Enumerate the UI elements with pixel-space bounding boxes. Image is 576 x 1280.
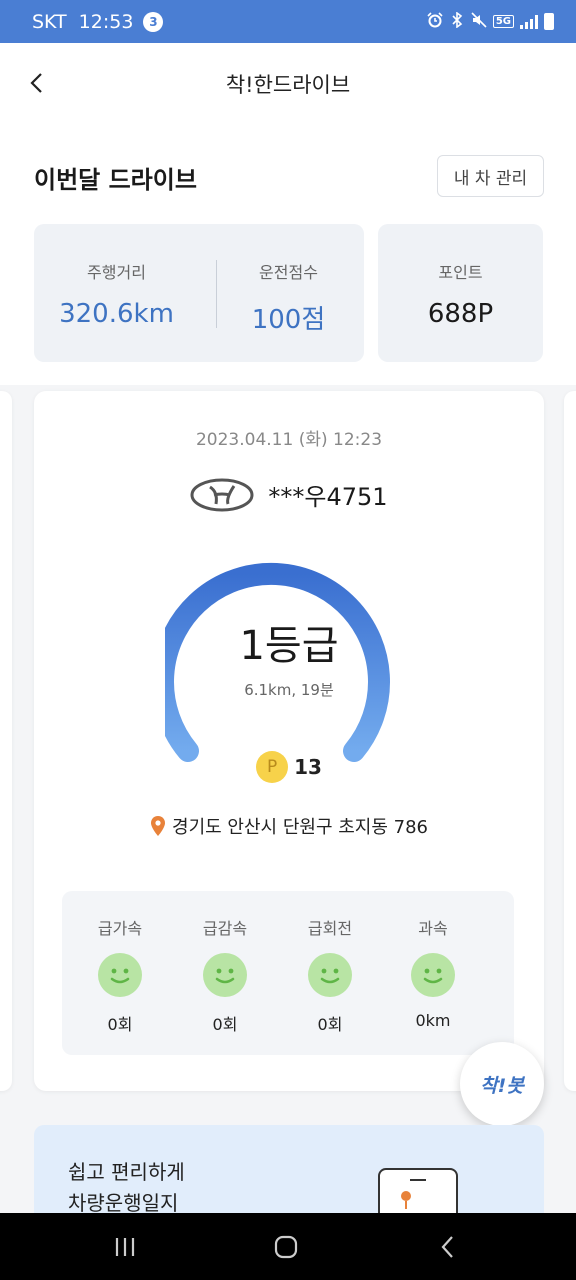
points-box[interactable]: 포인트 688P — [378, 224, 543, 362]
event-label: 급회전 — [307, 919, 353, 938]
banner-line-1: 쉽고 편리하게 — [68, 1160, 185, 1184]
bluetooth-icon — [449, 10, 465, 32]
system-back-button[interactable] — [428, 1231, 468, 1263]
monthly-summary: 이번달 드라이브 내 차 관리 주행거리 320.6km 운전점수 100점 포… — [0, 123, 576, 385]
event-count: 0회 — [212, 1015, 238, 1034]
event-speeding: 과속 0km — [380, 891, 486, 1030]
previous-card-peek[interactable] — [0, 391, 12, 1091]
network-badge: 5G — [492, 15, 514, 28]
smile-face-icon — [203, 953, 247, 997]
smile-face-icon — [98, 953, 142, 997]
event-label: 과속 — [418, 919, 448, 938]
status-icons: 5G — [427, 10, 554, 32]
home-icon — [274, 1235, 298, 1259]
notification-count-badge: 3 — [143, 11, 164, 32]
distance-label: 주행거리 — [87, 263, 146, 282]
location-text: 경기도 안산시 단원구 초지동 786 — [172, 817, 428, 838]
hyundai-logo-icon — [190, 478, 254, 511]
status-bar: SKT 12:53 3 5G — [0, 0, 576, 43]
points-label: 포인트 — [438, 263, 483, 282]
battery-icon — [544, 13, 554, 30]
section-title: 이번달 드라이브 — [34, 166, 197, 194]
alarm-icon — [427, 11, 443, 32]
points-value: 688P — [427, 299, 494, 329]
event-rapid-deceleration: 급감속 0회 — [172, 891, 278, 1035]
back-icon — [441, 1236, 453, 1258]
trip-card[interactable]: 2023.04.11 (화) 12:23 ***우4751 1등급 6.1km,… — [34, 391, 544, 1091]
mute-icon — [471, 11, 487, 32]
home-button[interactable] — [266, 1231, 306, 1263]
license-plate: ***우4751 — [268, 483, 388, 511]
smile-face-icon — [308, 953, 352, 997]
score-label: 운전점수 — [259, 263, 318, 282]
banner-text: 쉽고 편리하게 차량운행일지 — [68, 1157, 185, 1219]
signal-icon — [520, 14, 538, 29]
smile-face-icon — [411, 953, 455, 997]
distance-stat: 주행거리 320.6km — [34, 224, 199, 329]
trip-datetime: 2023.04.11 (화) 12:23 — [195, 430, 383, 450]
next-card-peek[interactable] — [564, 391, 576, 1091]
event-sharp-turn: 급회전 0회 — [277, 891, 383, 1035]
earned-points: P 13 — [34, 751, 544, 783]
car-info: ***우4751 — [34, 477, 544, 512]
event-count: 0km — [415, 1011, 451, 1030]
recent-apps-button[interactable] — [105, 1231, 145, 1263]
trip-location: 경기도 안산시 단원구 초지동 786 — [34, 813, 544, 839]
event-rapid-acceleration: 급가속 0회 — [67, 891, 173, 1035]
chatbot-button[interactable]: 착!봇 — [460, 1042, 544, 1126]
logbook-banner[interactable]: 쉽고 편리하게 차량운행일지 — [34, 1125, 544, 1225]
driving-grade: 1등급 — [239, 623, 339, 669]
carrier-label: SKT — [32, 10, 67, 33]
earned-points-value: 13 — [294, 755, 322, 779]
system-nav-bar — [0, 1213, 576, 1280]
event-count: 0회 — [107, 1015, 133, 1034]
recent-apps-icon — [115, 1238, 135, 1256]
clock: 12:53 — [78, 10, 134, 33]
app-bar: 착!한드라이브 — [0, 43, 576, 123]
location-pin-icon — [151, 816, 166, 836]
car-management-button[interactable]: 내 차 관리 — [437, 155, 544, 197]
page-title: 착!한드라이브 — [225, 73, 351, 97]
trip-distance-time: 6.1km, 19분 — [244, 681, 334, 699]
distance-value: 320.6km — [59, 299, 174, 329]
score-stat: 운전점수 100점 — [206, 224, 371, 336]
event-label: 급감속 — [202, 919, 248, 938]
score-value: 100점 — [251, 305, 326, 335]
drive-stats-box: 주행거리 320.6km 운전점수 100점 — [34, 224, 364, 362]
event-count: 0회 — [317, 1015, 343, 1034]
driving-events: 급가속 0회 급감속 0회 급회전 0회 과속 0km — [62, 891, 514, 1055]
point-coin-icon: P — [256, 751, 289, 783]
event-label: 급가속 — [97, 919, 143, 938]
